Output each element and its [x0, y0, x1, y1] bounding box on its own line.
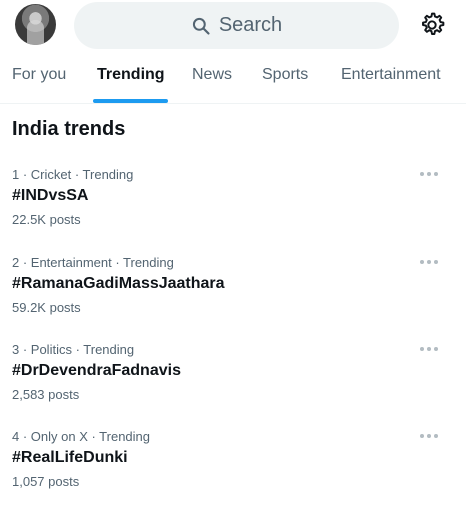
active-tab-indicator [93, 99, 168, 103]
avatar[interactable] [15, 4, 56, 45]
trend-item[interactable]: 2 · Entertainment · Trending #RamanaGadi… [0, 255, 466, 343]
trend-item[interactable]: 1 · Cricket · Trending #INDvsSA 22.5K po… [0, 167, 466, 255]
trend-hashtag[interactable]: #RamanaGadiMassJaathara [12, 275, 225, 293]
trend-post-count: 59.2K posts [12, 300, 81, 315]
trend-post-count: 22.5K posts [12, 212, 81, 227]
top-bar: Search [0, 0, 466, 52]
trend-post-count: 1,057 posts [12, 474, 80, 489]
search-bar[interactable]: Search [74, 2, 399, 49]
more-dots-icon[interactable] [420, 431, 444, 441]
trend-meta: 3 · Politics · Trending [12, 342, 135, 357]
section-title: India trends [12, 118, 126, 140]
trend-meta: 2 · Entertainment · Trending [12, 255, 174, 270]
trend-hashtag[interactable]: #RealLifeDunki [12, 449, 128, 467]
trend-item[interactable]: 4 · Only on X · Trending #RealLifeDunki … [0, 429, 466, 507]
more-dots-icon[interactable] [420, 344, 444, 354]
more-dots-icon[interactable] [420, 169, 444, 179]
tab-for-you[interactable]: For you [12, 66, 66, 84]
trend-meta: 4 · Only on X · Trending [12, 429, 151, 444]
more-dots-icon[interactable] [420, 257, 444, 267]
trend-meta: 1 · Cricket · Trending [12, 167, 134, 182]
trend-hashtag[interactable]: #DrDevendraFadnavis [12, 362, 181, 380]
gear-icon[interactable] [419, 12, 445, 38]
tab-news[interactable]: News [192, 66, 232, 84]
tab-entertainment[interactable]: Entertainment [341, 66, 441, 84]
tab-sports[interactable]: Sports [262, 66, 308, 84]
trend-item[interactable]: 3 · Politics · Trending #DrDevendraFadna… [0, 342, 466, 430]
trend-hashtag[interactable]: #INDvsSA [12, 187, 88, 205]
tab-bar: For you Trending News Sports Entertainme… [0, 52, 466, 104]
tab-trending[interactable]: Trending [97, 66, 165, 84]
trend-post-count: 2,583 posts [12, 387, 80, 402]
search-icon [192, 17, 210, 35]
search-input[interactable]: Search [219, 14, 282, 37]
